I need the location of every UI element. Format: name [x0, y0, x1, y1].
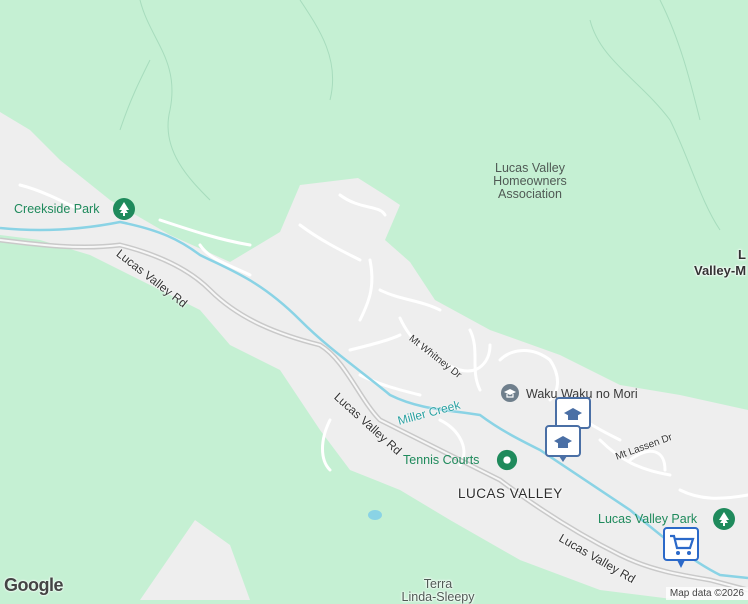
creekside-park-text: Creekside Park	[14, 202, 100, 216]
edge-label-2: Valley-M	[694, 263, 746, 278]
lucas-valley-park-label[interactable]: Lucas Valley Park	[598, 512, 697, 526]
developed-area	[0, 112, 748, 600]
map-attribution[interactable]: Map data ©2026	[665, 587, 748, 600]
google-logo[interactable]: Google	[4, 575, 64, 596]
hoa-line-3: Association	[498, 187, 562, 201]
school-icon[interactable]	[500, 383, 520, 403]
hoa-label[interactable]: Lucas Valley Homeowners Association	[480, 162, 580, 201]
terra-linda-label[interactable]: Terra Linda-Sleepy	[398, 578, 478, 604]
park-icon[interactable]	[496, 449, 518, 471]
map-canvas[interactable]	[0, 0, 748, 600]
tennis-text: Tennis Courts	[403, 453, 480, 467]
lucas-valley-park-text: Lucas Valley Park	[598, 512, 698, 526]
pond	[368, 510, 382, 520]
terrain-lines	[119, 0, 721, 231]
edge-line-1: L	[738, 247, 746, 262]
edge-line-2: Valley-M	[694, 263, 747, 278]
park-icon[interactable]	[112, 197, 136, 221]
terra-line-2: Linda-Sleepy	[401, 590, 475, 604]
lucas-valley-text: LUCAS VALLEY	[458, 486, 563, 501]
tennis-courts-label[interactable]: Tennis Courts	[403, 453, 479, 467]
lucas-valley-area-label[interactable]: LUCAS VALLEY	[458, 486, 563, 501]
shopping-cart-icon[interactable]	[662, 526, 700, 570]
school-icon[interactable]	[544, 424, 582, 464]
creekside-park-label[interactable]: Creekside Park	[14, 202, 99, 216]
developed-area-2	[140, 520, 250, 600]
edge-label: L	[738, 247, 746, 262]
park-icon[interactable]	[712, 507, 736, 531]
